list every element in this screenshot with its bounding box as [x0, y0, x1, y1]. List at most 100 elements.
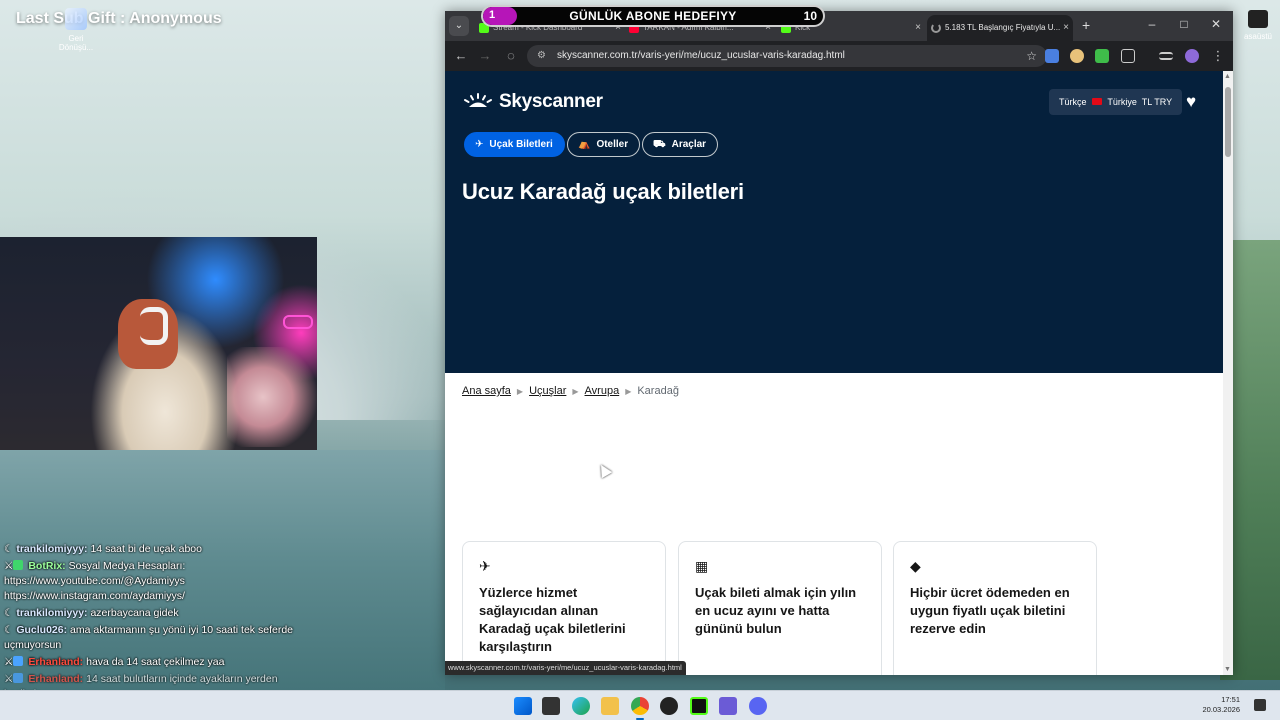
bookmark-star-icon[interactable]: ☆: [1026, 45, 1037, 67]
task-view-icon[interactable]: [542, 697, 560, 715]
status-bar-url: www.skyscanner.com.tr/varis-yeri/me/ucuz…: [445, 661, 686, 675]
close-tab-icon[interactable]: ×: [1063, 15, 1069, 41]
bot-badge-icon: [13, 560, 24, 570]
feature-card-compare: ✈ Yüzlerce hizmet sağlayıcıdan alınan Ka…: [462, 541, 666, 675]
saved-heart-icon[interactable]: ♥: [1186, 92, 1196, 112]
breadcrumb-separator-icon: ▶: [572, 387, 579, 396]
tab-label: 5.183 TL Başlangıç Fiyatıyla U...: [945, 23, 1061, 32]
windows-start-icon[interactable]: [514, 697, 532, 715]
media-controls-icon[interactable]: [1159, 52, 1173, 60]
moon-badge-icon: ☾: [4, 624, 14, 636]
desktop-shortcut-icon: [1248, 10, 1268, 28]
scrollbar-thumb[interactable]: [1225, 87, 1231, 157]
skyscanner-sunrise-icon: [464, 93, 492, 107]
new-tab-button[interactable]: +: [1082, 17, 1090, 33]
breadcrumb-flights[interactable]: Uçuşlar: [529, 385, 566, 397]
feature-card-text: Uçak bileti almak için yılın en ucuz ayı…: [695, 585, 857, 636]
locale-country: Türkiye: [1107, 97, 1137, 107]
pill-label: Araçlar: [671, 139, 707, 150]
pill-label: Oteller: [596, 139, 629, 150]
maximize-button[interactable]: □: [1175, 17, 1193, 31]
chat-username: Erhanland:: [28, 656, 84, 668]
chat-username: Erhanland:: [28, 673, 84, 685]
extension-icon[interactable]: [1070, 49, 1084, 63]
web-page: Skyscanner Türkçe Türkiye TL TRY ♥ ✈ Uçak…: [445, 71, 1223, 675]
plane-icon: ✈: [475, 139, 484, 150]
calendar-icon: ▦: [695, 558, 709, 574]
breadcrumb-current: Karadağ: [637, 385, 679, 397]
pill-label: Uçak Biletleri: [489, 139, 553, 150]
close-window-button[interactable]: ✕: [1207, 17, 1225, 31]
recycle-bin-icon: [65, 8, 87, 30]
sword-badge-icon: ⚔: [4, 656, 14, 668]
edge-browser-icon[interactable]: [572, 697, 590, 715]
feature-card-text: Hiçbir ücret ödemeden en uygun fiyatlı u…: [910, 585, 1070, 636]
chat-text: 14 saat bi de uçak aboo: [90, 543, 202, 555]
system-clock[interactable]: 17:51 20.03.2026: [1202, 695, 1240, 715]
stop-loading-button[interactable]: ◌: [503, 48, 519, 63]
scroll-up-icon[interactable]: ▲: [1224, 73, 1231, 80]
translate-extension-icon[interactable]: [1045, 49, 1059, 63]
chat-message: ☾ trankilomiyyy: 14 saat bi de uçak aboo: [4, 542, 314, 557]
site-info-icon[interactable]: ⚙: [537, 45, 546, 67]
skyscanner-logo[interactable]: Skyscanner: [463, 91, 603, 113]
scroll-down-icon[interactable]: ▼: [1224, 666, 1231, 673]
file-explorer-icon[interactable]: [601, 697, 619, 715]
tab-bar: ⌄ Stream - Kick Dashboard × TARKAN - Adı…: [445, 5, 1233, 41]
chat-message: ☾ trankilomiyyy: azerbaycana gidek: [4, 606, 314, 621]
page-title: Ucuz Karadağ uçak biletleri: [462, 179, 744, 204]
chat-link[interactable]: https://www.instagram.com/aydamiyys/: [4, 590, 185, 602]
bed-icon: ⛺: [578, 139, 591, 150]
moon-badge-icon: ☾: [4, 607, 14, 619]
tab-search-button[interactable]: ⌄: [449, 16, 469, 36]
gem-badge-icon: [13, 656, 24, 666]
page-scrollbar[interactable]: ▲ ▼: [1223, 71, 1233, 675]
breadcrumb-europe[interactable]: Avrupa: [585, 385, 620, 397]
discord-icon[interactable]: [749, 697, 767, 715]
sword-badge-icon: ⚔: [4, 560, 14, 572]
kick-app-icon[interactable]: [690, 697, 708, 715]
tag-icon: ◆: [910, 558, 921, 574]
chat-message: ⚔ Erhanland: hava da 14 saat çekilmez ya…: [4, 655, 314, 670]
back-button[interactable]: ←: [453, 48, 469, 63]
extensions-puzzle-icon[interactable]: [1121, 49, 1135, 63]
tab-flights[interactable]: ✈ Uçak Biletleri: [464, 132, 565, 157]
close-tab-icon[interactable]: ×: [915, 15, 921, 41]
tab-skyscanner[interactable]: 5.183 TL Başlangıç Fiyatıyla U... ×: [927, 15, 1073, 41]
desktop-shortcut[interactable]: asaüstü: [1240, 10, 1276, 41]
brand-name: Skyscanner: [499, 91, 603, 112]
webcam-neon-sign: [283, 315, 313, 329]
tab-car-hire[interactable]: ⛟ Araçlar: [642, 132, 719, 157]
app-purple-icon[interactable]: [719, 697, 737, 715]
feature-card-text: Yüzlerce hizmet sağlayıcıdan alınan Kara…: [479, 585, 626, 654]
extension-green-icon[interactable]: [1095, 49, 1109, 63]
sword-badge-icon: ⚔: [4, 673, 14, 685]
address-bar[interactable]: ⚙ skyscanner.com.tr/varis-yeri/me/ucuz_u…: [527, 45, 1047, 67]
chat-text: azerbaycana gidek: [90, 607, 179, 619]
notification-icon[interactable]: [1254, 699, 1266, 711]
profile-avatar[interactable]: [1185, 49, 1199, 63]
obs-studio-icon[interactable]: [660, 697, 678, 715]
breadcrumb-separator-icon: ▶: [625, 387, 632, 396]
tab-hotels[interactable]: ⛺ Oteller: [567, 132, 641, 157]
moon-badge-icon: ☾: [4, 543, 14, 555]
chat-link[interactable]: https://www.youtube.com/@Aydamiyys: [4, 575, 185, 587]
car-icon: ⛟: [653, 139, 666, 150]
address-bar-url: skyscanner.com.tr/varis-yeri/me/ucuz_ucu…: [557, 50, 845, 61]
chat-message: ☾ Guclu026: ama aktarmanın şu yönü iyi 1…: [4, 623, 314, 653]
goal-label: GÜNLÜK ABONE HEDEFIYY: [569, 9, 737, 23]
locale-selector[interactable]: Türkçe Türkiye TL TRY: [1049, 89, 1183, 115]
breadcrumb-separator-icon: ▶: [516, 387, 524, 396]
chrome-icon[interactable]: [631, 697, 649, 720]
breadcrumb-home[interactable]: Ana sayfa: [462, 385, 511, 397]
forward-button[interactable]: →: [477, 48, 493, 63]
chat-text: hava da 14 saat çekilmez yaa: [86, 656, 225, 668]
more-menu-icon[interactable]: ⋮: [1210, 48, 1226, 64]
chat-text: Sosyal Medya Hesapları:: [68, 560, 186, 572]
turkey-flag-icon: [1092, 98, 1103, 105]
hero-section: Skyscanner Türkçe Türkiye TL TRY ♥ ✈ Uçak…: [445, 71, 1223, 373]
recycle-bin-desktop-icon[interactable]: Geri Dönüşü...: [58, 8, 94, 52]
webcam-headset: [140, 307, 168, 345]
minimize-button[interactable]: –: [1143, 17, 1161, 31]
breadcrumb: Ana sayfa ▶ Uçuşlar ▶ Avrupa ▶ Karadağ: [462, 385, 679, 397]
